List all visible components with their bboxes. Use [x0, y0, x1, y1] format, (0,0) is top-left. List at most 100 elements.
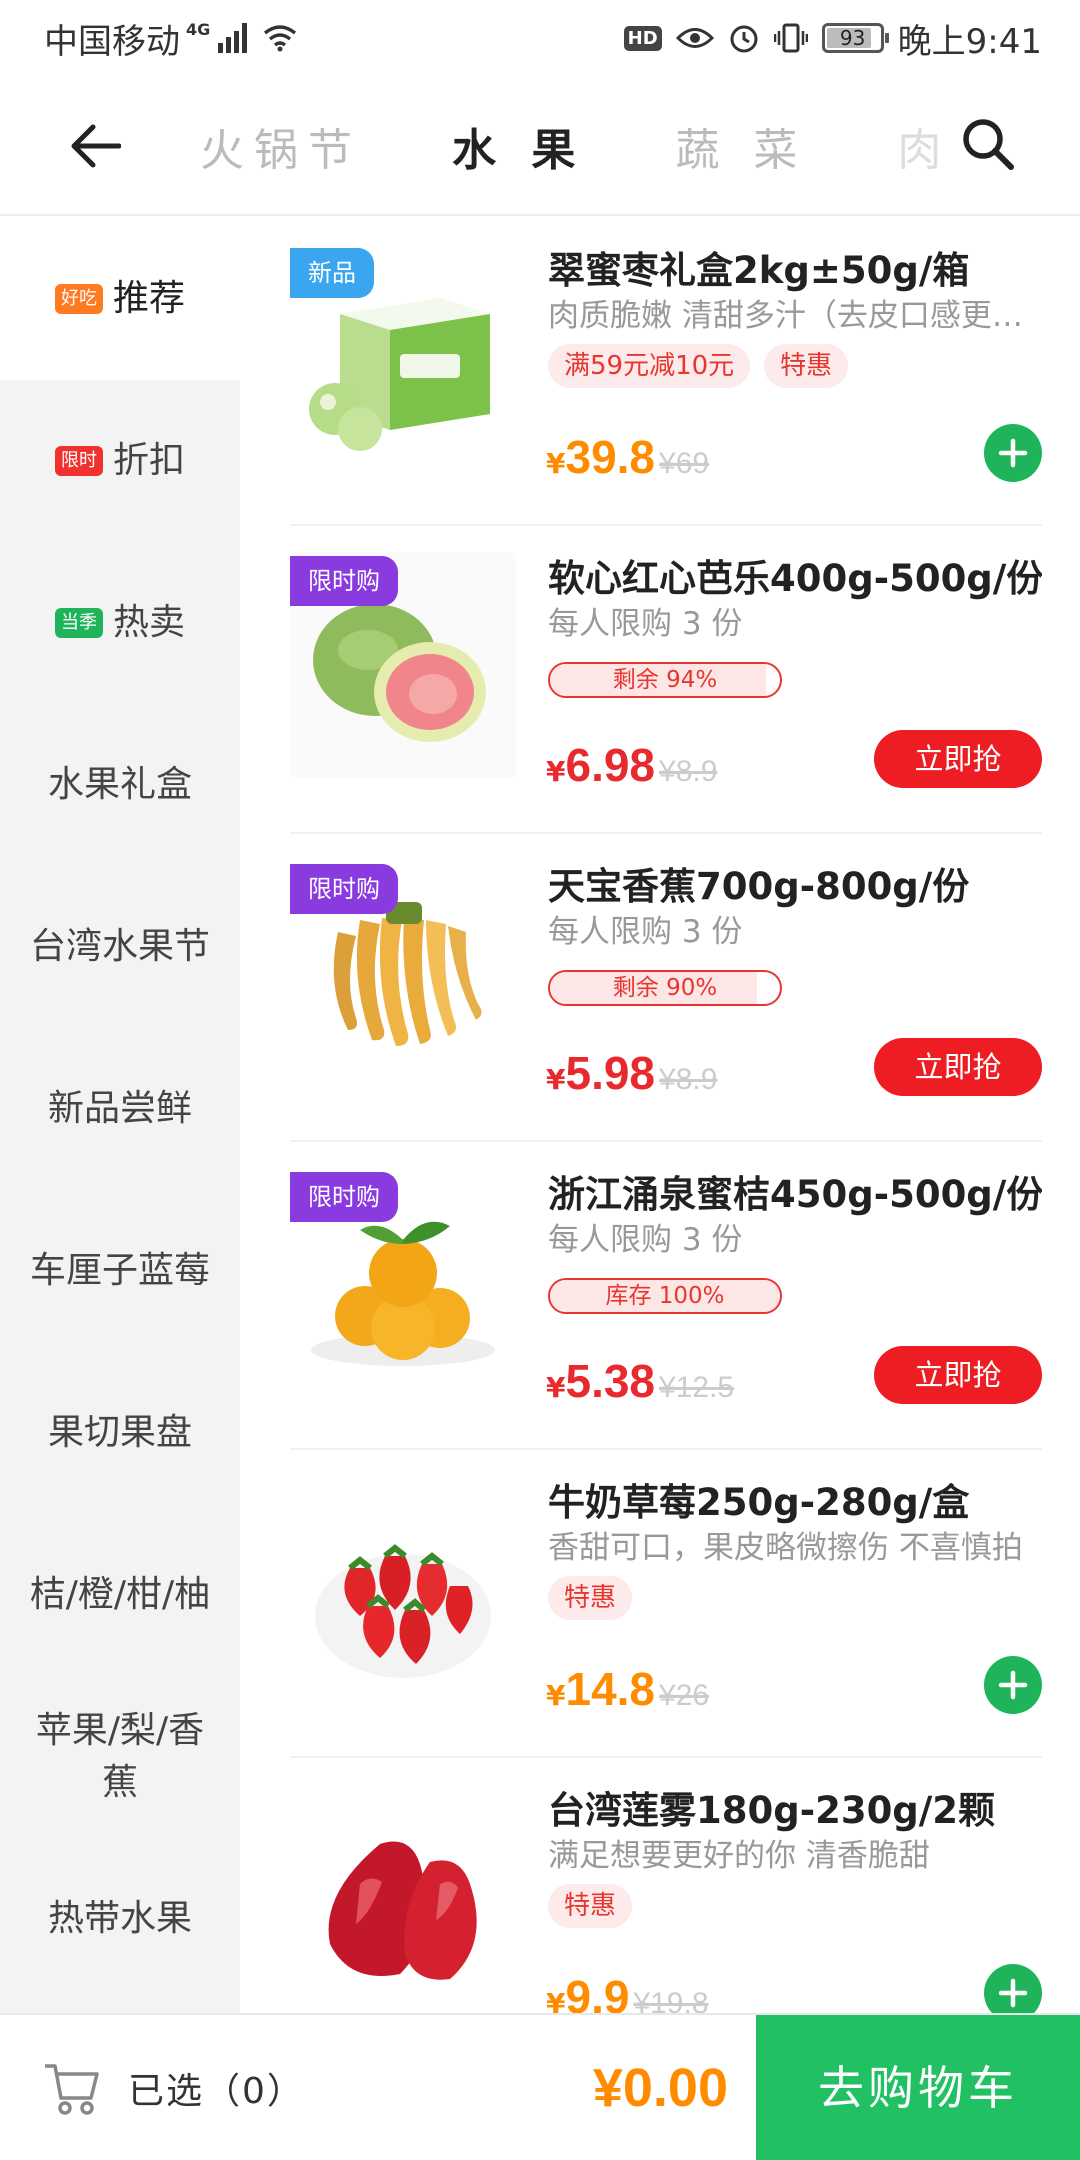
- flash-sale-badge: 限时购: [290, 556, 398, 606]
- add-to-cart-button[interactable]: [984, 424, 1042, 482]
- product-card[interactable]: 限时购 浙江涌泉蜜桔450g-500g/份 每人限购 3 份 库存 100% ¥…: [290, 1142, 1042, 1450]
- cart-bar: 已选（0） ¥0.00 去购物车: [0, 2013, 1080, 2160]
- tag-tasty: 好吃: [54, 284, 103, 314]
- original-price: ¥19.8: [633, 1987, 709, 2013]
- eye-icon: [675, 28, 714, 48]
- tab-vegetables[interactable]: 蔬 菜: [675, 114, 807, 178]
- sidebar-item-discount[interactable]: 限时 折扣: [0, 380, 240, 542]
- network-type: 4G: [186, 19, 211, 39]
- sidebar-item-recommend[interactable]: 好吃 推荐: [0, 218, 240, 380]
- add-to-cart-button[interactable]: [984, 1964, 1042, 2013]
- category-sidebar: 好吃 推荐 限时 折扣 当季 热卖 水果礼盒 台湾水果节 新品尝鲜 车厘子蓝莓 …: [0, 218, 240, 2013]
- product-name: 浙江涌泉蜜桔450g-500g/份: [548, 1173, 1042, 1216]
- tab-hotpot[interactable]: 火锅节: [200, 114, 362, 178]
- battery-icon: 93: [821, 23, 889, 53]
- selected-count: 已选（0）: [128, 2070, 305, 2112]
- wifi-icon: [264, 25, 297, 52]
- sidebar-item-tropical[interactable]: 热带水果: [0, 1838, 240, 2000]
- search-button[interactable]: [956, 112, 1020, 176]
- cart-icon[interactable]: [42, 2058, 102, 2118]
- sidebar-item-hot-sale[interactable]: 当季 热卖: [0, 542, 240, 704]
- sidebar-item-cherries-blueberries[interactable]: 车厘子蓝莓: [0, 1190, 240, 1352]
- stock-progress: 剩余 94%: [548, 662, 782, 698]
- tag-seasonal: 当季: [54, 608, 103, 638]
- stock-progress: 库存 100%: [548, 1278, 782, 1314]
- product-name: 软心红心芭乐400g-500g/份: [548, 557, 1042, 600]
- add-to-cart-button[interactable]: [984, 1656, 1042, 1714]
- sidebar-item-label: 折扣: [112, 440, 185, 481]
- new-badge: 新品: [290, 248, 374, 298]
- grab-now-button[interactable]: 立即抢: [874, 1038, 1042, 1096]
- currency-symbol: ¥: [546, 1063, 566, 1096]
- price-block: ¥ 39.8 ¥69: [546, 430, 709, 484]
- promo-tags: 特惠: [548, 1884, 633, 1928]
- product-description: 每人限购 3 份: [548, 606, 743, 642]
- flash-sale-badge: 限时购: [290, 864, 398, 914]
- go-to-cart-button[interactable]: 去购物车: [756, 2015, 1080, 2160]
- back-button[interactable]: [62, 116, 128, 176]
- original-price: ¥8.9: [659, 755, 718, 788]
- plus-icon: [998, 1978, 1028, 2008]
- product-card[interactable]: 限时购 天宝香蕉700g-800g/份 每人限购 3 份 剩余 90% ¥ 5.…: [290, 834, 1042, 1142]
- product-image-wax-apple[interactable]: [290, 1784, 516, 2010]
- flash-sale-badge: 限时购: [290, 1172, 398, 1222]
- product-card[interactable]: 牛奶草莓250g-280g/盒 香甜可口，果皮略微擦伤 不喜慎拍 特惠 ¥ 14…: [290, 1450, 1042, 1758]
- sidebar-item-fruit-platter[interactable]: 果切果盘: [0, 1352, 240, 1514]
- price-block: ¥ 5.38 ¥12.5: [546, 1354, 734, 1408]
- original-price: ¥69: [659, 447, 710, 480]
- price-block: ¥ 9.9 ¥19.8: [546, 1970, 709, 2013]
- promo-tag: 特惠: [548, 1884, 633, 1928]
- price-block: ¥ 6.98 ¥8.9: [546, 738, 717, 792]
- cart-total: ¥0.00: [592, 2057, 728, 2118]
- product-name: 台湾莲雾180g-230g/2颗: [548, 1789, 996, 1832]
- arrow-left-icon: [71, 124, 121, 168]
- product-description: 每人限购 3 份: [548, 914, 743, 950]
- product-card[interactable]: 限时购 软心红心芭乐400g-500g/份 每人限购 3 份 剩余 94% ¥ …: [290, 526, 1042, 834]
- current-price: 9.9: [565, 1971, 630, 2013]
- product-name: 天宝香蕉700g-800g/份: [548, 865, 970, 908]
- sidebar-item-new-arrivals[interactable]: 新品尝鲜: [0, 1028, 240, 1190]
- product-description: 香甜可口，果皮略微擦伤 不喜慎拍: [548, 1530, 1023, 1566]
- stock-label: 剩余 94%: [612, 667, 718, 693]
- carrier-info: 中国移动 4G: [44, 14, 297, 63]
- tab-meat[interactable]: 肉: [897, 114, 951, 178]
- current-price: 14.8: [565, 1663, 656, 1715]
- tab-fruit[interactable]: 水 果: [452, 114, 585, 178]
- clock-time: 晚上9:41: [897, 21, 1042, 62]
- signal-icon: [218, 23, 248, 53]
- hd-icon: HD: [623, 25, 662, 51]
- promo-tag: 满59元减10元: [548, 344, 751, 388]
- currency-symbol: ¥: [546, 755, 566, 788]
- promo-tag: 特惠: [764, 344, 849, 388]
- sidebar-item-fruit-gift-box[interactable]: 水果礼盒: [0, 704, 240, 866]
- sidebar-item-taiwan-fruit[interactable]: 台湾水果节: [0, 866, 240, 1028]
- original-price: ¥12.5: [659, 1371, 735, 1404]
- grab-now-button[interactable]: 立即抢: [874, 730, 1042, 788]
- promo-tags: 满59元减10元 特惠: [548, 344, 849, 388]
- status-bar: 中国移动 4G HD 93 晚上9:41: [0, 0, 1080, 76]
- sidebar-item-label: 苹果/梨/香蕉: [35, 1710, 205, 1803]
- original-price: ¥26: [659, 1679, 710, 1712]
- original-price: ¥8.9: [659, 1063, 718, 1096]
- product-card[interactable]: 台湾莲雾180g-230g/2颗 满足想要更好的你 清香脆甜 特惠 ¥ 9.9 …: [290, 1758, 1042, 2013]
- stock-label: 剩余 90%: [612, 975, 718, 1001]
- product-list: 新品 翠蜜枣礼盒2kg±50g/箱 肉质脆嫩 清甜多汁（去皮口感更佳） 满59元…: [290, 218, 1042, 2013]
- carrier-name: 中国移动: [44, 21, 180, 62]
- product-image-strawberry[interactable]: [290, 1476, 516, 1702]
- currency-symbol: ¥: [546, 447, 566, 480]
- battery-level: 93: [839, 26, 866, 50]
- promo-tags: 特惠: [548, 1576, 633, 1620]
- current-price: 5.38: [565, 1355, 656, 1407]
- product-description: 肉质脆嫩 清甜多汁（去皮口感更佳）: [548, 298, 1028, 334]
- vibrate-icon: [773, 23, 808, 53]
- product-card[interactable]: 新品 翠蜜枣礼盒2kg±50g/箱 肉质脆嫩 清甜多汁（去皮口感更佳） 满59元…: [290, 218, 1042, 526]
- product-description: 满足想要更好的你 清香脆甜: [548, 1838, 930, 1874]
- sidebar-item-citrus[interactable]: 桔/橙/柑/柚: [0, 1514, 240, 1676]
- sidebar-item-label: 推荐: [112, 278, 185, 319]
- category-header: 火锅节 水 果 蔬 菜 肉: [0, 76, 1080, 216]
- current-price: 5.98: [565, 1047, 656, 1099]
- search-icon: [963, 119, 1014, 170]
- category-tabs: 火锅节 水 果 蔬 菜 肉: [200, 76, 960, 216]
- sidebar-item-apple-pear-banana[interactable]: 苹果/梨/香蕉: [0, 1676, 240, 1838]
- grab-now-button[interactable]: 立即抢: [874, 1346, 1042, 1404]
